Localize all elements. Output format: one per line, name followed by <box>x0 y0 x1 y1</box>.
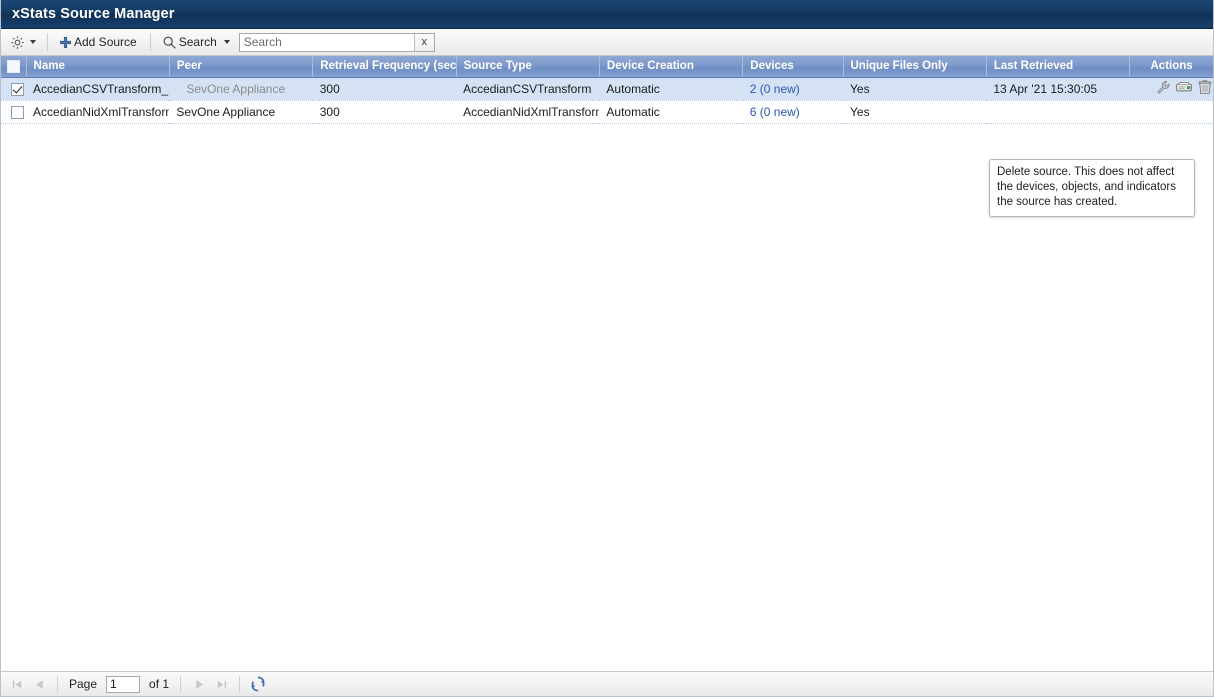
wrench-icon <box>1156 80 1171 95</box>
delete-source-tooltip: Delete source. This does not affect the … <box>989 159 1195 217</box>
row-checkbox[interactable] <box>10 105 24 119</box>
cell-actions <box>1129 77 1213 101</box>
page-number-input[interactable] <box>106 675 141 693</box>
pagination-bar: Page of 1 <box>1 671 1213 696</box>
settings-menu-button[interactable] <box>5 32 41 53</box>
cell-peer: SevOne Appliance <box>169 77 313 101</box>
column-header-last-retrieved[interactable]: Last Retrieved <box>986 56 1131 78</box>
column-header-source-type[interactable]: Source Type <box>456 56 600 78</box>
edit-source-button[interactable] <box>1155 79 1171 95</box>
cell-name: AccedianNidXmlTransform_1 <box>26 100 170 124</box>
refresh-button[interactable] <box>248 675 268 694</box>
row-select-cell[interactable] <box>1 77 27 101</box>
column-header-peer[interactable]: Peer <box>169 56 314 78</box>
cell-devices: 6 (0 new) <box>742 100 843 124</box>
chevron-down-icon <box>223 40 230 44</box>
pager-separator-2 <box>180 676 182 692</box>
cell-devices: 2 (0 new) <box>742 77 843 101</box>
search-menu-label: Search <box>178 35 217 49</box>
search-menu-button[interactable]: Search <box>157 32 235 53</box>
add-source-label: Add Source <box>74 35 137 49</box>
add-source-button[interactable]: Add Source <box>54 32 144 53</box>
toolbar-separator-1 <box>47 33 48 51</box>
column-header-select-all[interactable] <box>1 56 27 78</box>
chevron-down-icon <box>30 40 36 44</box>
column-header-device-creation[interactable]: Device Creation <box>599 56 744 78</box>
refresh-icon <box>250 676 266 692</box>
magnifier-icon <box>162 35 177 50</box>
cell-peer: SevOne Appliance <box>169 100 313 124</box>
last-page-icon <box>215 678 228 691</box>
table-row[interactable]: AccedianNidXmlTransform_1 SevOne Applian… <box>1 100 1213 124</box>
page-title: xStats Source Manager <box>12 6 175 22</box>
cell-retrieval-frequency: 300 <box>312 100 457 124</box>
last-page-button[interactable] <box>211 675 231 694</box>
devices-link[interactable]: 6 (0 new) <box>750 105 800 119</box>
cell-device-creation: Automatic <box>599 100 743 124</box>
cell-last-retrieved: 13 Apr '21 15:30:05 <box>986 77 1130 101</box>
gear-icon <box>10 35 25 50</box>
devices-link[interactable]: 2 (0 new) <box>750 82 800 96</box>
cell-last-retrieved <box>986 100 1130 124</box>
cell-unique-files-only: Yes <box>843 77 987 101</box>
plus-icon <box>59 36 72 49</box>
server-icon <box>1176 81 1192 94</box>
cell-retrieval-frequency: 300 <box>312 77 457 101</box>
delete-source-button[interactable] <box>1197 79 1213 95</box>
column-header-retrieval-frequency[interactable]: Retrieval Frequency (sec) <box>312 56 457 78</box>
first-page-icon <box>11 678 24 691</box>
row-select-cell[interactable] <box>1 100 27 124</box>
search-field-wrapper: x <box>238 32 435 52</box>
next-page-button[interactable] <box>189 675 209 694</box>
cell-source-type: AccedianNidXmlTransform <box>456 100 600 124</box>
cell-peer-label: SevOne Appliance <box>176 104 276 119</box>
search-clear-button[interactable]: x <box>413 33 434 51</box>
column-header-unique-files-only[interactable]: Unique Files Only <box>843 56 987 78</box>
previous-page-button[interactable] <box>29 675 49 694</box>
toolbar: Add Source Search x <box>1 29 1213 56</box>
cell-actions <box>1129 100 1213 124</box>
table-row[interactable]: AccedianCSVTransform_1 SevOne Appliance … <box>1 77 1213 101</box>
pager-separator-3 <box>239 676 241 692</box>
cell-source-type: AccedianCSVTransform <box>456 77 600 101</box>
trash-icon <box>1198 80 1212 95</box>
column-header-actions: Actions <box>1129 56 1213 78</box>
cell-peer-label: SevOne Appliance <box>186 81 286 96</box>
row-checkbox[interactable] <box>10 82 24 96</box>
window-title-bar: xStats Source Manager <box>1 0 1213 29</box>
search-input[interactable] <box>239 33 414 51</box>
xstats-source-manager-window: xStats Source Manager Add Source Search … <box>0 0 1214 697</box>
page-label: Page <box>69 677 98 691</box>
first-page-button[interactable] <box>7 675 27 694</box>
column-header-devices[interactable]: Devices <box>742 56 844 78</box>
table-header-row: Name Peer Retrieval Frequency (sec) Sour… <box>1 56 1213 78</box>
row-actions <box>1155 79 1213 95</box>
page-total-label: of 1 <box>149 677 170 691</box>
source-table: Name Peer Retrieval Frequency (sec) Sour… <box>1 56 1213 124</box>
previous-page-icon <box>33 678 46 691</box>
column-header-name[interactable]: Name <box>26 56 170 78</box>
toolbar-separator-2 <box>149 33 151 51</box>
cell-unique-files-only: Yes <box>843 100 987 124</box>
next-page-icon <box>193 678 206 691</box>
cell-device-creation: Automatic <box>599 77 743 101</box>
select-all-checkbox[interactable] <box>6 59 20 73</box>
view-devices-button[interactable] <box>1176 79 1192 95</box>
cell-name: AccedianCSVTransform_1 <box>26 77 170 101</box>
source-grid: Name Peer Retrieval Frequency (sec) Sour… <box>1 56 1213 671</box>
pager-separator-1 <box>57 676 58 692</box>
